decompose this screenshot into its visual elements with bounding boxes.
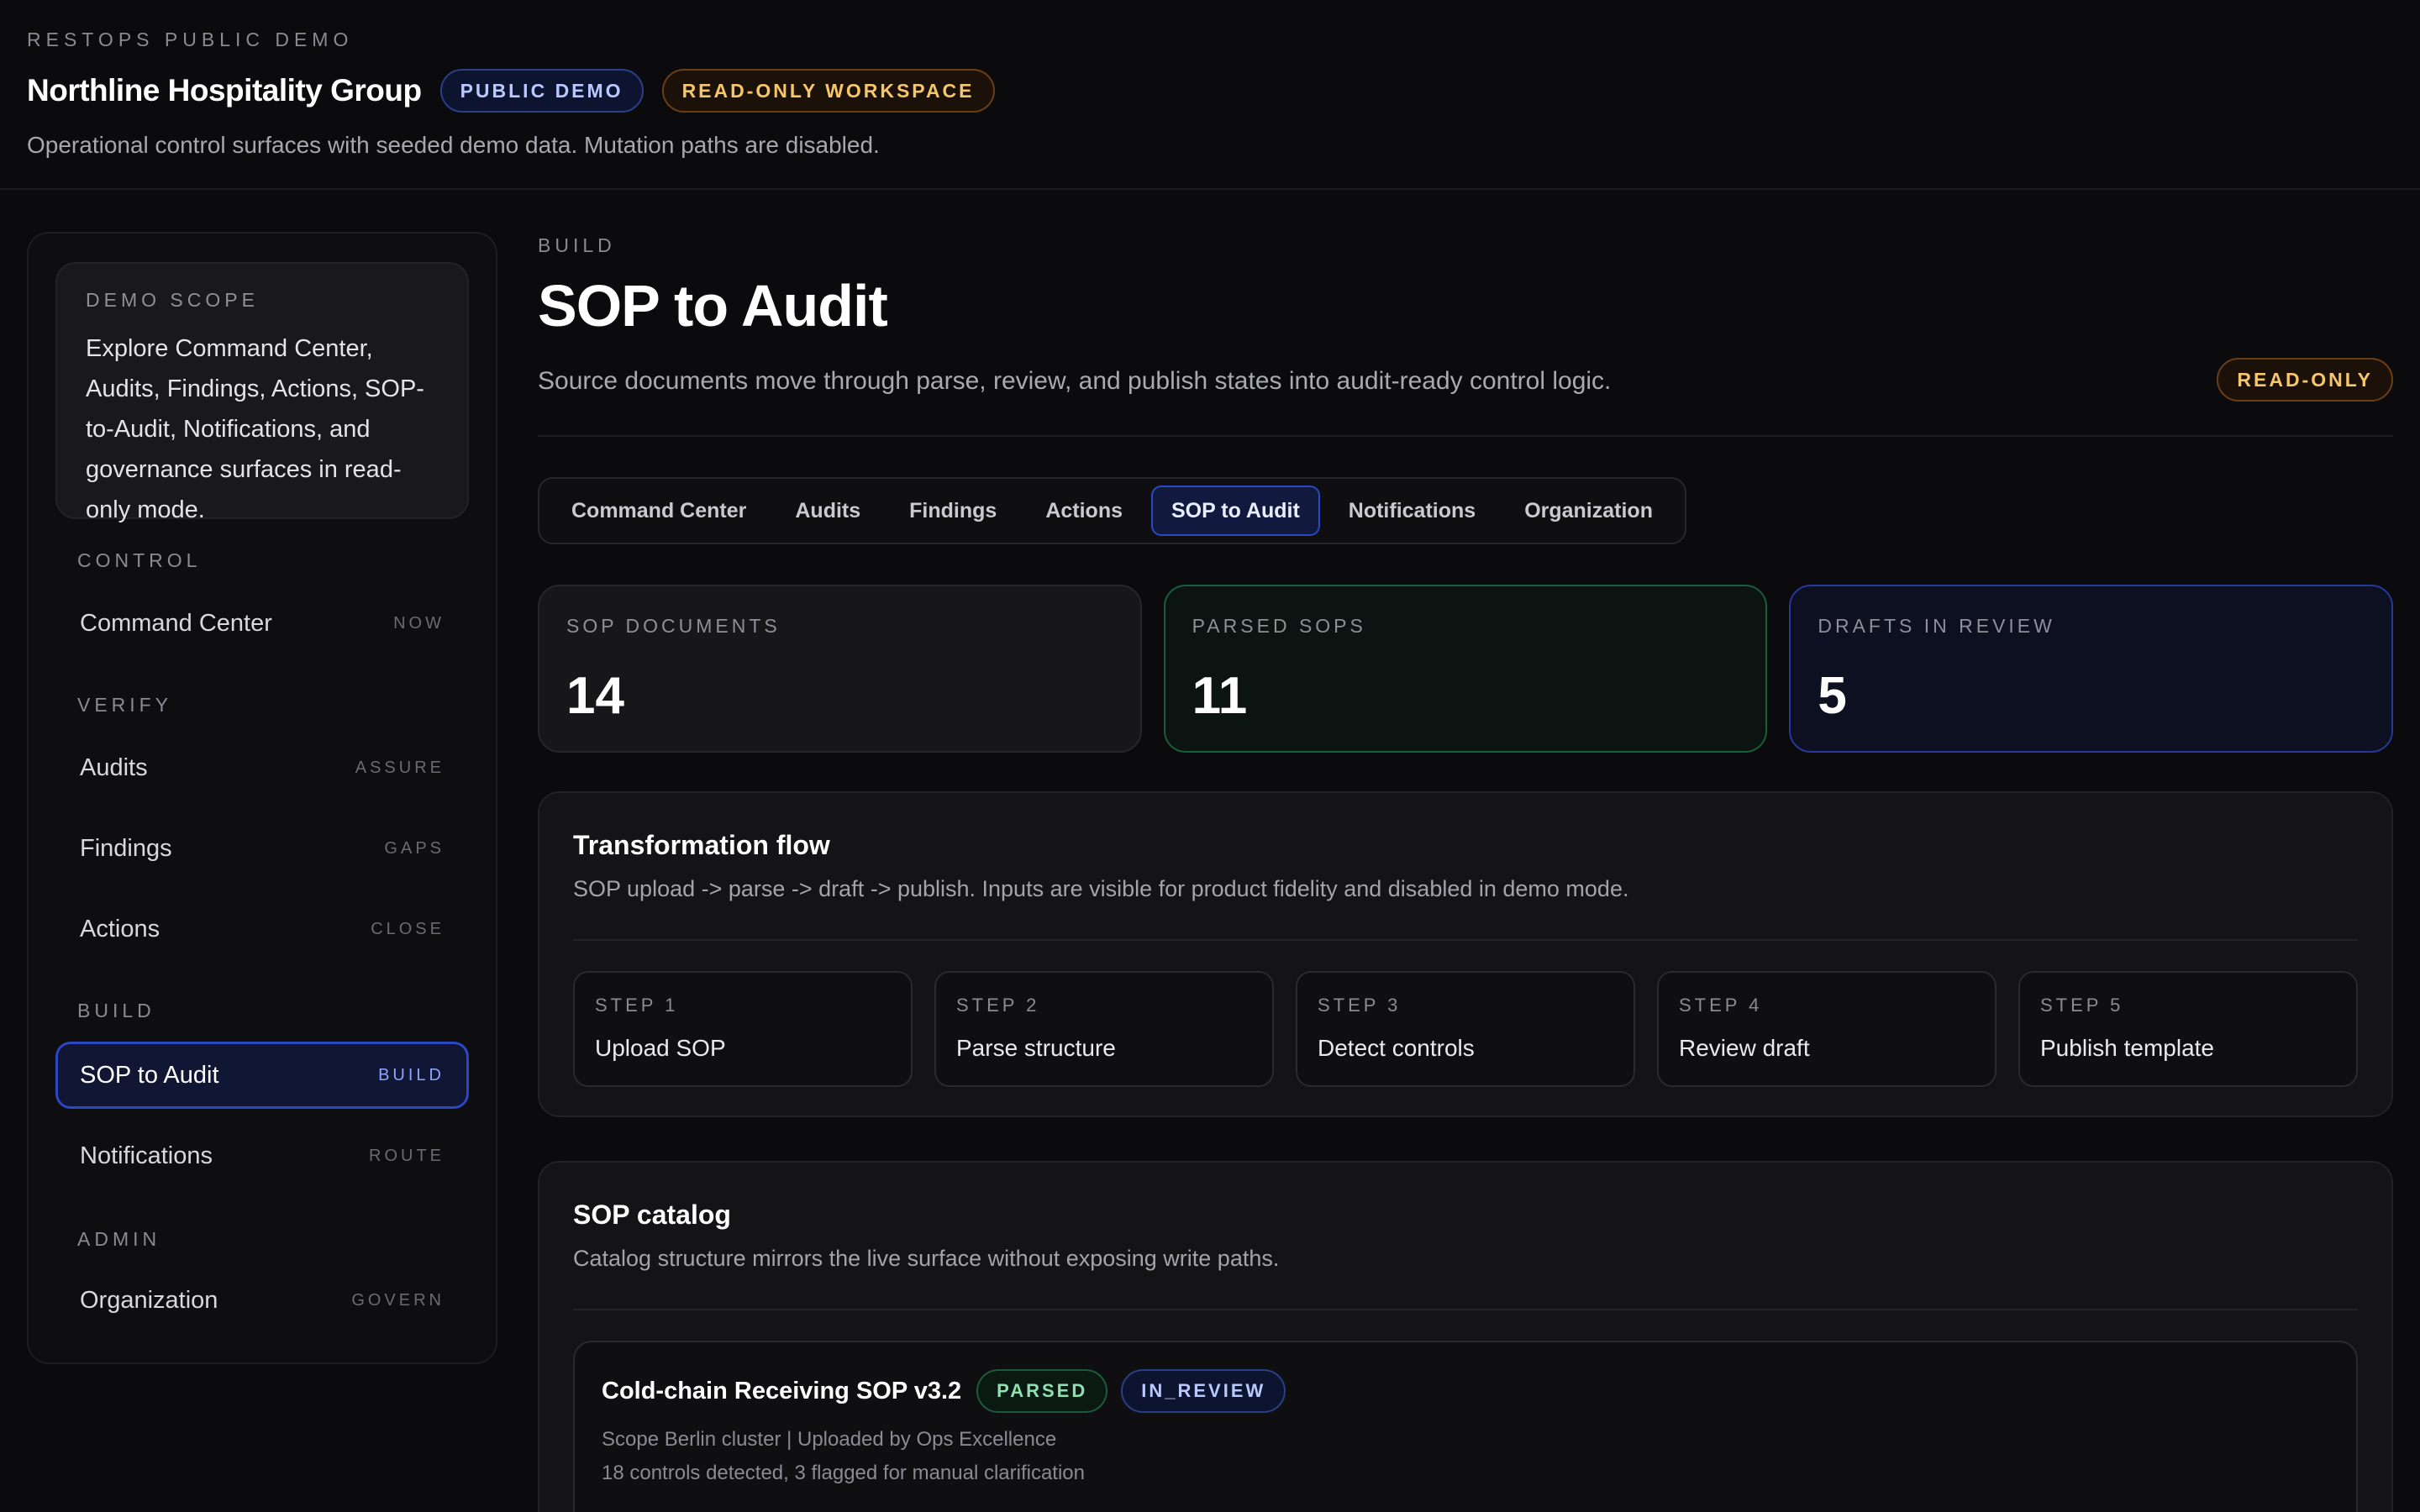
sidebar-item-label: Findings (80, 834, 172, 862)
sidebar-item-tag: ROUTE (369, 1146, 445, 1165)
stat-sop-documents: SOP DOCUMENTS 14 (538, 585, 1142, 753)
sop-item-meta: Scope Berlin cluster | Uploaded by Ops E… (602, 1428, 1057, 1451)
sop-catalog-item[interactable]: Cold-chain Receiving SOP v3.2 PARSED IN_… (573, 1341, 2358, 1512)
public-demo-badge: PUBLIC DEMO (439, 69, 644, 113)
sidebar-item-label: Notifications (80, 1142, 213, 1169)
stat-value: 11 (1192, 667, 1248, 725)
page-subtitle: Source documents move through parse, rev… (538, 367, 1612, 395)
panel-divider (573, 1309, 2358, 1310)
sidebar-item-sop-to-audit[interactable]: SOP to Audit BUILD (55, 1042, 469, 1109)
sidebar-item-findings[interactable]: Findings GAPS (55, 815, 469, 882)
tab-sop-to-audit[interactable]: SOP to Audit (1151, 486, 1320, 536)
sidebar-item-command-center[interactable]: Command Center NOW (55, 590, 469, 657)
sidebar-item-tag: ASSURE (355, 758, 445, 777)
step-name: Review draft (1679, 1035, 1810, 1061)
sidebar-item-label: Actions (80, 915, 160, 942)
page-title: SOP to Audit (538, 273, 888, 339)
flow-step: STEP 5 Publish template (2018, 971, 2358, 1087)
step-number: STEP 2 (956, 995, 1040, 1016)
step-name: Publish template (2040, 1035, 2215, 1061)
tab-notifications[interactable]: Notifications (1328, 486, 1496, 536)
workspace-eyebrow: RESTOPS PUBLIC DEMO (27, 29, 354, 50)
org-row: Northline Hospitality Group PUBLIC DEMO … (27, 67, 995, 114)
nav-section-verify: VERIFY (77, 694, 173, 716)
panel-subtitle: Catalog structure mirrors the live surfa… (573, 1246, 1280, 1271)
sidebar-item-actions[interactable]: Actions CLOSE (55, 895, 469, 963)
stat-label: DRAFTS IN REVIEW (1818, 615, 2055, 637)
tab-actions[interactable]: Actions (1025, 486, 1143, 536)
step-number: STEP 5 (2040, 995, 2124, 1016)
flow-step: STEP 3 Detect controls (1296, 971, 1635, 1087)
main-content: BUILD SOP to Audit Source documents move… (538, 232, 2394, 1512)
sidebar: DEMO SCOPE Explore Command Center, Audit… (27, 232, 497, 1364)
tab-audits[interactable]: Audits (775, 486, 881, 536)
stat-value: 5 (1818, 667, 1847, 725)
status-badge-parsed: PARSED (976, 1369, 1108, 1413)
flow-step: STEP 2 Parse structure (934, 971, 1274, 1087)
header-divider (538, 435, 2393, 437)
sidebar-item-tag: BUILD (378, 1065, 445, 1084)
sidebar-item-tag: NOW (393, 613, 445, 633)
sidebar-item-label: Audits (80, 753, 148, 781)
step-number: STEP 1 (595, 995, 679, 1016)
step-name: Parse structure (956, 1035, 1116, 1061)
workspace-header: RESTOPS PUBLIC DEMO Northline Hospitalit… (0, 0, 2420, 190)
step-number: STEP 3 (1318, 995, 1402, 1016)
section-tabs: Command Center Audits Findings Actions S… (538, 477, 1686, 544)
sop-item-header: Cold-chain Receiving SOP v3.2 PARSED IN_… (602, 1369, 1286, 1413)
step-number: STEP 4 (1679, 995, 1763, 1016)
tab-organization[interactable]: Organization (1504, 486, 1673, 536)
transformation-flow-panel: Transformation flow SOP upload -> parse … (538, 791, 2393, 1117)
panel-title: SOP catalog (573, 1200, 731, 1230)
nav-section-control: CONTROL (77, 549, 202, 571)
stat-drafts-in-review: DRAFTS IN REVIEW 5 (1789, 585, 2394, 753)
stat-label: PARSED SOPS (1192, 615, 1366, 637)
workspace-subtitle: Operational control surfaces with seeded… (27, 132, 880, 158)
stat-parsed-sops: PARSED SOPS 11 (1163, 585, 1768, 753)
demo-scope-text: Explore Command Center, Audits, Findings… (86, 335, 424, 523)
sop-item-controls: 18 controls detected, 3 flagged for manu… (602, 1462, 1086, 1484)
demo-scope-card: DEMO SCOPE Explore Command Center, Audit… (55, 262, 469, 523)
sidebar-item-organization[interactable]: Organization GOVERN (55, 1267, 469, 1334)
sidebar-item-tag: CLOSE (371, 919, 445, 938)
org-name: Northline Hospitality Group (27, 73, 422, 108)
sidebar-item-label: SOP to Audit (80, 1061, 219, 1089)
readonly-badge: READ-ONLY (2217, 358, 2393, 402)
panel-subtitle: SOP upload -> parse -> draft -> publish.… (573, 876, 1629, 901)
panel-title: Transformation flow (573, 830, 830, 860)
stats-row: SOP DOCUMENTS 14 PARSED SOPS 11 DRAFTS I… (538, 585, 2394, 753)
step-name: Detect controls (1318, 1035, 1475, 1061)
page-eyebrow: BUILD (538, 234, 616, 256)
sidebar-item-tag: GAPS (384, 838, 445, 858)
sidebar-item-label: Command Center (80, 609, 272, 637)
stat-label: SOP DOCUMENTS (566, 615, 781, 637)
flow-steps: STEP 1 Upload SOP STEP 2 Parse structure… (573, 971, 2358, 1087)
flow-step: STEP 1 Upload SOP (573, 971, 913, 1087)
nav-section-build: BUILD (77, 1000, 155, 1021)
sop-item-title: Cold-chain Receiving SOP v3.2 (602, 1377, 962, 1404)
demo-scope-title: DEMO SCOPE (86, 289, 259, 311)
stat-value: 14 (566, 667, 624, 725)
status-badge-in-review: IN_REVIEW (1121, 1369, 1286, 1413)
flow-step: STEP 4 Review draft (1657, 971, 1996, 1087)
nav-section-admin: ADMIN (77, 1228, 161, 1250)
sidebar-item-notifications[interactable]: Notifications ROUTE (55, 1122, 469, 1189)
step-name: Upload SOP (595, 1035, 726, 1061)
readonly-workspace-badge: READ-ONLY WORKSPACE (661, 69, 995, 113)
sop-catalog-panel: SOP catalog Catalog structure mirrors th… (538, 1161, 2393, 1512)
sidebar-item-label: Organization (80, 1286, 218, 1314)
sidebar-item-audits[interactable]: Audits ASSURE (55, 734, 469, 801)
tab-command-center[interactable]: Command Center (551, 486, 766, 536)
tab-findings[interactable]: Findings (889, 486, 1017, 536)
panel-divider (573, 939, 2358, 941)
sidebar-item-tag: GOVERN (351, 1290, 445, 1310)
